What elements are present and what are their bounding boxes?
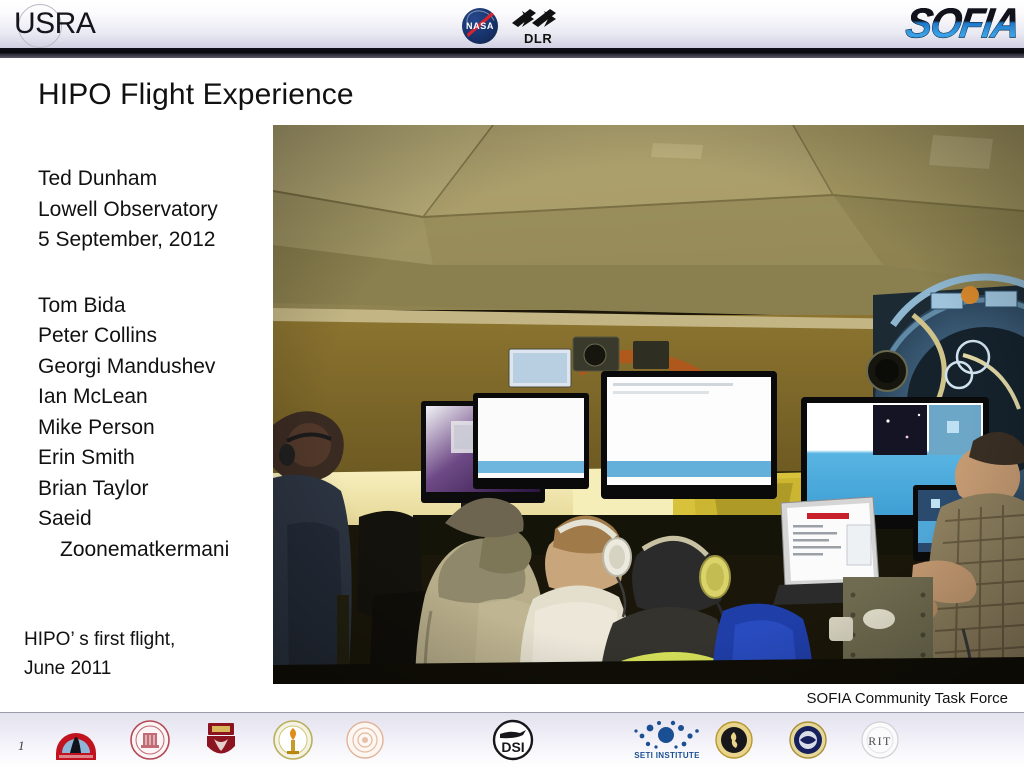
torch-seal-logo [270, 719, 316, 761]
partner-logo-row: DSI SETI INSTITUTE RIT [0, 713, 1024, 768]
rit-logo-text: RIT [868, 734, 892, 748]
footer-label: SOFIA Community Task Force [806, 690, 1008, 707]
contributor-item: Saeid [38, 507, 92, 530]
dlr-mark-icon [512, 9, 556, 27]
dsi-logo-text: DSI [501, 739, 524, 755]
dlr-logo-text: DLR [524, 31, 553, 46]
contributor-item: Peter Collins [38, 324, 158, 347]
nasa-logo: NASA [462, 8, 498, 44]
contributor-item: Erin Smith [38, 446, 135, 469]
photo-caption: HIPO’ s first flight, June 2011 [24, 625, 274, 683]
presenter-name: Ted Dunham [38, 167, 158, 190]
page-title: HIPO Flight Experience [38, 78, 354, 111]
contributor-item: Georgi Mandushev [38, 354, 216, 378]
cabin-photo-illustration: SOFIA [273, 125, 1024, 684]
ames-seal-logo [344, 719, 386, 761]
university-navy-seal [788, 719, 828, 761]
contributor-item: Ian McLean [38, 385, 148, 408]
usra-logo-text: USRA [14, 7, 96, 40]
slide-root: USRA NASA DLR SOFIA HIPO Flight Experien… [0, 0, 1024, 768]
sofia-cabin-photo: SOFIA [273, 125, 1024, 684]
contributor-item: Brian Taylor [38, 476, 149, 500]
presentation-date: 5 September, 2012 [38, 228, 216, 251]
contributor-item: Tom Bida [38, 293, 126, 317]
seti-institute-logo-text: SETI INSTITUTE [634, 751, 700, 760]
sofia-logo: SOFIA [850, 0, 1022, 47]
university-gold-seal [714, 719, 754, 761]
lowell-observatory-logo [52, 719, 100, 761]
nasa-dlr-logo-group: NASA DLR [462, 5, 582, 47]
cornell-university-seal [128, 719, 172, 761]
dsi-logo: DSI [488, 719, 538, 761]
presenter-affiliation: Lowell Observatory [38, 197, 218, 221]
nasa-logo-text: NASA [466, 21, 494, 31]
photo-caption-line-2: June 2011 [24, 658, 112, 679]
slide-header-band: USRA NASA DLR SOFIA [0, 0, 1024, 48]
photo-caption-line-1: HIPO’ s first flight, [24, 629, 176, 650]
university-shield-seal [200, 719, 242, 761]
sofia-logo-text: SOFIA [902, 0, 1022, 47]
usra-logo: USRA [8, 2, 128, 48]
contributor-item: Mike Person [38, 415, 155, 439]
contributor-item: Zoonematkermani [60, 537, 230, 561]
header-divider [0, 48, 1024, 58]
author-block: Ted Dunham Lowell Observatory 5 Septembe… [38, 164, 288, 565]
dlr-logo: DLR [506, 5, 576, 47]
rit-logo: RIT [858, 719, 902, 761]
seti-institute-logo: SETI INSTITUTE [626, 719, 708, 761]
